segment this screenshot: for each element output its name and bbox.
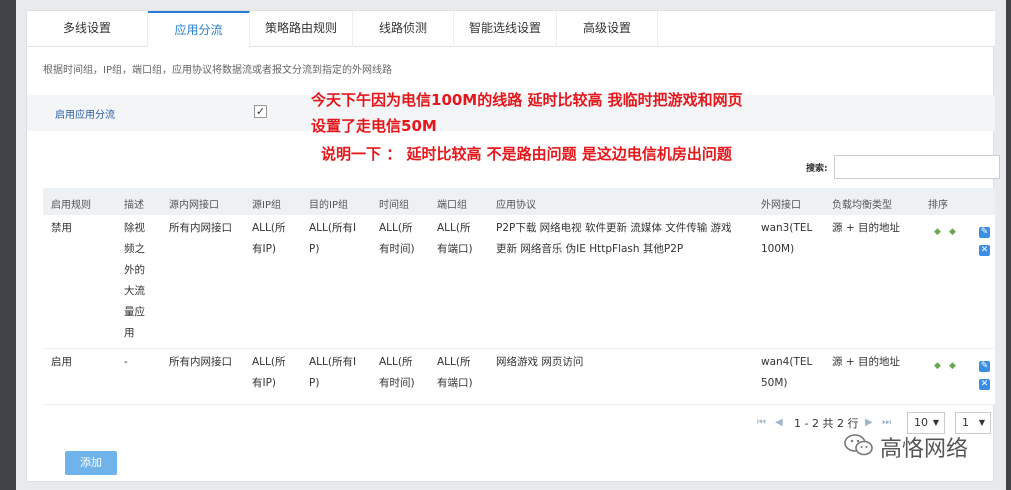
next-page-icon[interactable]: ▶ (865, 417, 873, 428)
enable-checkbox[interactable]: ✓ (254, 105, 267, 118)
tab-line-detection[interactable]: 线路侦测 (353, 11, 454, 47)
cell-dst-ip: ALL(所有I P) (309, 356, 357, 389)
th-order: 排序 (928, 200, 948, 211)
cell-port: ALL(所 有端口) (437, 356, 473, 389)
page-frame: 多线设置 应用分流 策略路由规则 线路侦测 智能选线设置 高级设置 根据时间组，… (16, 0, 1006, 490)
th-port: 端口组 (437, 200, 467, 211)
table-row: 禁用 除视 频之 外的 大流 量应 用 所有内网接口 ALL(所 有IP) AL… (43, 215, 995, 349)
th-lb: 负载均衡类型 (832, 200, 892, 211)
th-src-if: 源内网接口 (169, 200, 219, 211)
cell-src-if: 所有内网接口 (169, 222, 232, 234)
chevron-down-icon: ▼ (932, 418, 939, 427)
cell-lb: 源 + 目的地址 (832, 222, 900, 234)
prev-page-icon[interactable]: ◀ (775, 417, 783, 428)
tab-policy-routing[interactable]: 策略路由规则 (250, 11, 353, 47)
chevron-down-icon: ▼ (978, 418, 985, 427)
cell-wan: wan4(TEL 50M) (761, 356, 813, 389)
cell-status: 启用 (51, 356, 72, 368)
th-app: 应用协议 (496, 200, 536, 211)
cell-desc: - (124, 356, 128, 368)
cell-port: ALL(所 有端口) (437, 222, 473, 255)
tab-app-split[interactable]: 应用分流 (148, 11, 250, 48)
table-header: 启用规则 描述 源内网接口 源IP组 目的IP组 时间组 端口组 应用协议 外网… (43, 188, 995, 215)
move-down-icon[interactable]: ◆ (949, 227, 956, 237)
tab-multiline-settings[interactable]: 多线设置 (27, 11, 148, 47)
add-button[interactable]: 添加 (65, 451, 117, 475)
tab-advanced-settings[interactable]: 高级设置 (557, 11, 658, 47)
delete-icon[interactable]: ✕ (979, 379, 990, 390)
cell-wan: wan3(TEL 100M) (761, 222, 813, 255)
search-input[interactable] (834, 155, 1000, 179)
cell-dst-ip: ALL(所有I P) (309, 222, 357, 255)
watermark-text: 高恪网络 (880, 437, 969, 462)
th-time: 时间组 (379, 200, 409, 211)
first-page-icon[interactable]: ⏮ (757, 417, 766, 428)
edit-icon[interactable]: ✎ (979, 361, 990, 372)
th-desc: 描述 (124, 200, 144, 211)
move-down-icon[interactable]: ◆ (949, 361, 956, 371)
cell-time: ALL(所 有时间) (379, 356, 415, 389)
th-wan: 外网接口 (761, 200, 801, 211)
cell-lb: 源 + 目的地址 (832, 356, 900, 368)
table-row: 启用 - 所有内网接口 ALL(所 有IP) ALL(所有I P) ALL(所 … (43, 349, 995, 405)
enable-label: 启用应用分流 (55, 110, 115, 121)
edit-icon[interactable]: ✎ (979, 227, 990, 238)
page-size-value: 10 (914, 416, 928, 429)
annotation-line-2: 设置了走电信50M (311, 117, 437, 135)
content-panel: 多线设置 应用分流 策略路由规则 线路侦测 智能选线设置 高级设置 根据时间组，… (26, 10, 1000, 482)
delete-icon[interactable]: ✕ (979, 245, 990, 256)
cell-app: 网络游戏 网页访问 (496, 356, 584, 368)
cell-src-ip: ALL(所 有IP) (252, 356, 286, 389)
cell-src-ip: ALL(所 有IP) (252, 222, 286, 255)
tab-smart-line-select[interactable]: 智能选线设置 (454, 11, 557, 47)
cell-app: P2P下载 网络电视 软件更新 流媒体 文件传输 游戏 更新 网络音乐 伪IE … (496, 222, 732, 255)
page-number-value: 1 (962, 416, 969, 429)
annotation-line-1: 今天下午因为电信100M的线路 延时比较高 我临时把游戏和网页 (311, 91, 743, 109)
move-up-icon[interactable]: ◆ (934, 361, 941, 371)
page-description: 根据时间组，IP组，端口组，应用协议将数据流或者报文分流到指定的外网线路 (43, 65, 392, 76)
th-src-ip: 源IP组 (252, 200, 281, 211)
last-page-icon[interactable]: ⏭ (882, 417, 891, 428)
pagination-info: 1 - 2 共 2 行 (794, 417, 859, 430)
th-status: 启用规则 (51, 200, 91, 211)
cell-desc: 除视 频之 外的 大流 量应 用 (124, 222, 145, 339)
cell-time: ALL(所 有时间) (379, 222, 415, 255)
th-dst-ip: 目的IP组 (309, 200, 348, 211)
cell-src-if: 所有内网接口 (169, 356, 232, 368)
tab-bar: 多线设置 应用分流 策略路由规则 线路侦测 智能选线设置 高级设置 (27, 11, 995, 48)
search-label: 搜索: (806, 164, 828, 174)
move-up-icon[interactable]: ◆ (934, 227, 941, 237)
wechat-icon (844, 434, 873, 456)
annotation-line-3: 说明一下 ： 延时比较高 不是路由问题 是这边电信机房出问题 (321, 145, 732, 163)
cell-status: 禁用 (51, 222, 72, 234)
